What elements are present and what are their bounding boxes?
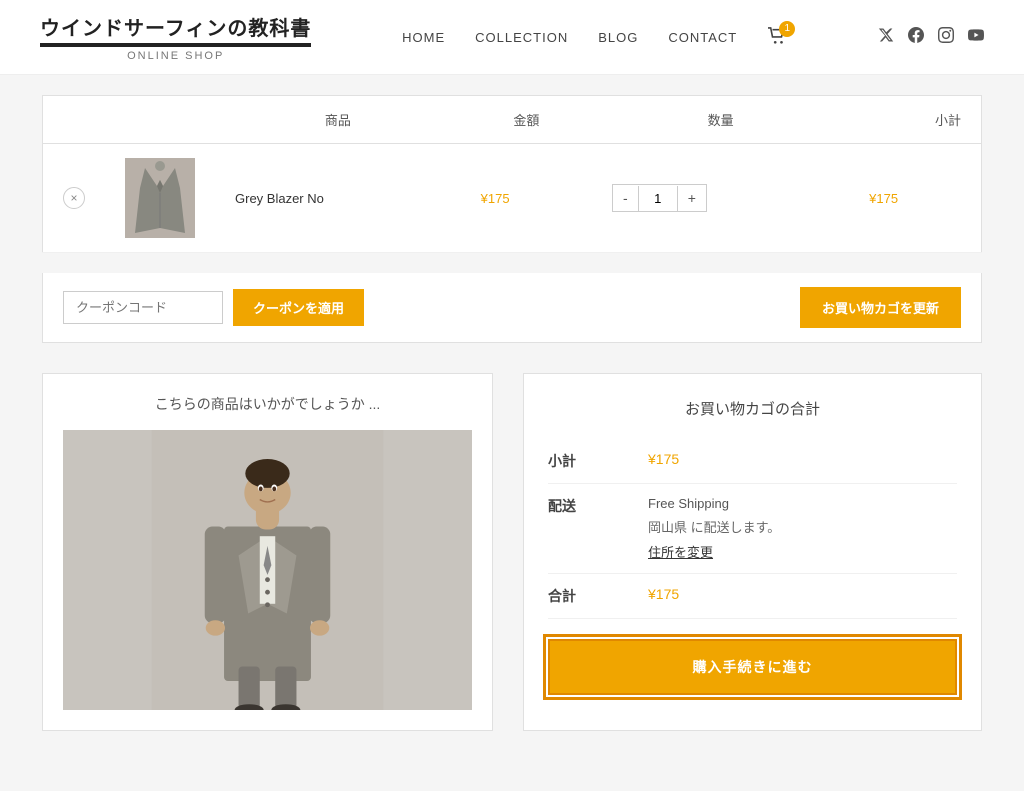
quantity-control: - + [612, 184, 707, 212]
coupon-section: クーポンを適用 お買い物カゴを更新 [42, 273, 982, 343]
total-label: 合計 [548, 586, 628, 606]
totals-shipping-row: 配送 Free Shipping 岡山県 に配送します。 住所を変更 [548, 484, 957, 574]
totals-subtotal-row: 小計 ¥175 [548, 439, 957, 484]
coupon-input[interactable] [63, 291, 223, 324]
bottom-section: こちらの商品はいかがでしょうか ... [42, 373, 982, 731]
apply-coupon-button[interactable]: クーポンを適用 [233, 289, 364, 326]
site-header: ウインドサーフィンの教科書 ONLINE SHOP HOME COLLECTIO… [0, 0, 1024, 75]
cart-badge: 1 [779, 21, 795, 37]
col-price: 金額 [461, 96, 592, 144]
col-product: 商品 [215, 96, 461, 144]
totals-title: お買い物カゴの合計 [548, 398, 957, 419]
logo-subtitle: ONLINE SHOP [40, 50, 311, 62]
nav-contact[interactable]: CONTACT [668, 30, 737, 45]
checkout-button[interactable]: 購入手続きに進む [548, 639, 957, 695]
social-links [878, 27, 984, 48]
qty-increase-button[interactable]: + [678, 185, 706, 211]
main-nav: HOME COLLECTION BLOG CONTACT 1 [402, 27, 787, 48]
col-subtotal: 小計 [849, 96, 981, 144]
product-subtotal: ¥175 [869, 191, 898, 206]
table-row: × Gre [43, 144, 982, 253]
qty-decrease-button[interactable]: - [613, 185, 638, 211]
logo-underline [40, 43, 311, 47]
shipping-method: Free Shipping [648, 496, 957, 511]
suggestions-section: こちらの商品はいかがでしょうか ... [42, 373, 493, 731]
coupon-input-area: クーポンを適用 [63, 289, 364, 326]
total-value: ¥175 [648, 586, 957, 602]
product-thumbnail [125, 158, 195, 238]
cart-icon[interactable]: 1 [767, 27, 787, 48]
remove-item-button[interactable]: × [63, 187, 85, 209]
suggestions-title: こちらの商品はいかがでしょうか ... [63, 394, 472, 414]
shipping-label: 配送 [548, 496, 628, 516]
main-content: 商品 金額 数量 小計 × [22, 75, 1002, 791]
col-qty: 数量 [592, 96, 849, 144]
product-price-cell: ¥175 [461, 144, 592, 253]
nav-home[interactable]: HOME [402, 30, 445, 45]
logo: ウインドサーフィンの教科書 ONLINE SHOP [40, 12, 311, 62]
totals-total-row: 合計 ¥175 [548, 574, 957, 619]
youtube-icon[interactable] [968, 27, 984, 48]
product-image-cell [105, 144, 215, 253]
facebook-icon[interactable] [908, 27, 924, 48]
shipping-region: 岡山県 に配送します。 [648, 517, 957, 536]
suggestion-product-image [63, 430, 472, 710]
col-remove [43, 96, 106, 144]
product-name: Grey Blazer No [235, 191, 324, 206]
subtotal-label: 小計 [548, 451, 628, 471]
nav-collection[interactable]: COLLECTION [475, 30, 568, 45]
product-qty-cell: - + [592, 144, 849, 253]
instagram-icon[interactable] [938, 27, 954, 48]
logo-title: ウインドサーフィンの教科書 [40, 12, 311, 41]
qty-input[interactable] [638, 186, 678, 211]
update-cart-button[interactable]: お買い物カゴを更新 [800, 287, 961, 328]
col-image [105, 96, 215, 144]
subtotal-value: ¥175 [648, 451, 957, 467]
product-price: ¥175 [481, 191, 510, 206]
twitter-icon[interactable] [878, 27, 894, 48]
cart-table: 商品 金額 数量 小計 × [42, 95, 982, 253]
change-address-link[interactable]: 住所を変更 [648, 542, 713, 561]
product-name-cell: Grey Blazer No [215, 144, 461, 253]
shipping-details: Free Shipping 岡山県 に配送します。 住所を変更 [648, 496, 957, 561]
product-subtotal-cell: ¥175 [849, 144, 981, 253]
cart-totals-section: お買い物カゴの合計 小計 ¥175 配送 Free Shipping 岡山県 に… [523, 373, 982, 731]
nav-blog[interactable]: BLOG [598, 30, 638, 45]
remove-cell: × [43, 144, 106, 253]
